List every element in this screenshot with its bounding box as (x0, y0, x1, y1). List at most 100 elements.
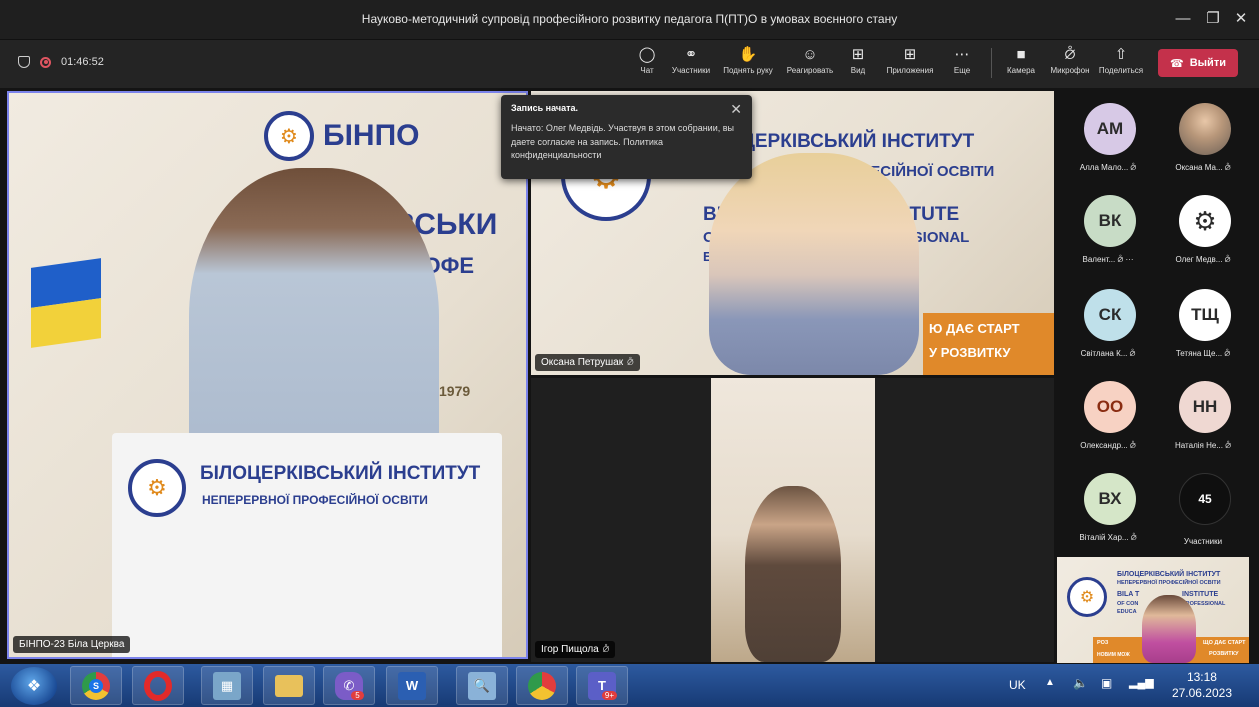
people-icon: ⚭ (684, 46, 698, 63)
taskbar-app[interactable]: S (70, 666, 122, 705)
participant-card[interactable]: ТЩ Тетяна Ще... ⦲ (1155, 277, 1251, 371)
leave-button[interactable]: ☎ Выйти (1158, 49, 1238, 77)
banner-title: БІНПО (323, 119, 420, 152)
selfview-title: БІЛОЦЕРКІВСЬКИЙ ІНСТИТУТ (1117, 571, 1221, 578)
calculator-icon: ▦ (213, 671, 241, 700)
selfview-en-3: EDUCA (1117, 609, 1137, 615)
video-tile-main[interactable]: ⚙ БІНПО ЕРКІВСЬКИ ОЇ ПРОФЕ 1979 ⚙ БІЛОЦЕ… (7, 91, 528, 659)
view-label: Вид (850, 66, 866, 75)
share-button[interactable]: ⇧ Поделиться (1096, 46, 1146, 75)
video-tile-bottom[interactable]: Ігор Пищола ⦲ (531, 378, 1054, 662)
recording-icon (40, 56, 51, 68)
avatar: СК (1084, 289, 1136, 341)
taskbar-app[interactable]: W (386, 666, 438, 705)
raise-hand-label: Поднять руку (723, 66, 773, 75)
recording-info: 01:46:52 (18, 56, 104, 68)
windows-icon: ❖ (26, 678, 42, 695)
participant-card[interactable]: ⚙ Олег Медв... ⦲ (1155, 183, 1251, 277)
elapsed-time: 01:46:52 (61, 56, 104, 68)
participant-name: Олександр... (1080, 441, 1128, 450)
taskbar-app[interactable] (516, 666, 568, 705)
participant-card[interactable]: АМ Алла Мало... ⦲ (1060, 91, 1156, 185)
meeting-toolbar: 01:46:52 ◯ Чат ⚭ Участники ✋ Поднять рук… (0, 40, 1259, 88)
signal-icon[interactable]: ▂▄▆ (1129, 676, 1154, 689)
camera-label: Камера (1007, 66, 1035, 75)
top-participant-name: Оксана Петрушак (541, 357, 624, 368)
apps-label: Приложения (886, 66, 934, 75)
taskbar-app[interactable] (132, 666, 184, 705)
mic-off-icon: ⦲ (1224, 255, 1231, 264)
banner-title: ЦЕРКІВСЬКИЙ ІНСТИТУТ (741, 131, 975, 152)
overflow-label: Участники (1183, 537, 1223, 546)
start-button[interactable]: ❖ (11, 667, 57, 705)
chat-button[interactable]: ◯ Чат (636, 46, 658, 75)
tray-expand-icon[interactable]: ▲ (1045, 677, 1055, 688)
podium-logo: ⚙ (128, 459, 186, 517)
close-button[interactable]: ✕ (1224, 6, 1258, 32)
self-figure (1142, 595, 1196, 663)
taskbar-app[interactable]: ✆ 5 (323, 666, 375, 705)
participant-name: Віталій Хар... (1079, 533, 1129, 542)
selfview-en-1: BILA T (1117, 591, 1140, 598)
mic-off-icon: ⦲ (602, 644, 610, 654)
taskbar-app[interactable]: ▦ (201, 666, 253, 705)
main-participant-name: БІНПО-23 Біла Церква (19, 639, 125, 650)
participant-card[interactable]: ВК Валент... ⦲ ··· (1060, 183, 1156, 277)
avatar: ВК (1084, 195, 1136, 247)
banner-year: 1979 (439, 383, 471, 399)
participant-card[interactable]: НН Наталія Не... ⦲ (1155, 369, 1251, 463)
view-button[interactable]: ⊞ Вид (846, 46, 870, 75)
notice-heading: Запись начата. (511, 103, 579, 113)
camera-button[interactable]: ■ Камера (1004, 46, 1038, 75)
raise-hand-button[interactable]: ✋ Поднять руку (719, 46, 777, 75)
participants-button[interactable]: ⚭ Участники (668, 46, 714, 75)
avatar: ОО (1084, 381, 1136, 433)
hand-icon: ✋ (738, 46, 758, 63)
react-button[interactable]: ☺ Реагировать (781, 46, 839, 75)
grid-icon: ⊞ (851, 46, 865, 63)
mic-off-icon: ⦲ (1129, 349, 1136, 358)
volume-icon[interactable]: 🔈 (1073, 676, 1088, 690)
participants-overflow-button[interactable]: 45 Участники (1155, 461, 1251, 555)
selfview-left-1: РОЗ (1097, 640, 1109, 646)
taskbar-app[interactable] (263, 666, 315, 705)
participant-name: Наталія Не... (1175, 441, 1223, 450)
phone-hangup-icon: ☎ (1170, 57, 1184, 70)
toolbar-divider (991, 48, 992, 78)
leave-label: Выйти (1189, 57, 1226, 69)
mic-off-icon: ⦲ (1224, 349, 1231, 358)
chrome-icon (528, 671, 556, 700)
language-indicator[interactable]: UK (1009, 678, 1026, 692)
participant-card[interactable]: Оксана Ма... ⦲ (1155, 91, 1251, 185)
notice-body[interactable]: Начато: Олег Медвідь. Участвуя в этом со… (511, 122, 742, 163)
participant-card[interactable]: ОО Олександр... ⦲ (1060, 369, 1156, 463)
mic-button[interactable]: ⦲ Микрофон (1045, 46, 1095, 75)
participant-card[interactable]: ВХ Віталій Хар... ⦲ (1060, 461, 1156, 555)
mic-off-icon: ⦲ (627, 357, 634, 367)
notification-badge: 5 (351, 691, 364, 700)
taskbar-app[interactable]: 🔍 (456, 666, 508, 705)
participant-name: Валент... (1082, 255, 1116, 264)
podium-title: БІЛОЦЕРКІВСЬКИЙ ІНСТИТУТ (200, 463, 481, 484)
chrome-icon: S (82, 671, 110, 700)
ukraine-flag (31, 258, 101, 348)
apps-button[interactable]: ⊞ Приложения (882, 46, 938, 75)
gear-icon: ⚙ (1179, 195, 1231, 247)
folder-icon (275, 674, 303, 697)
react-label: Реагировать (786, 66, 834, 75)
selfview-left-2: НОВИМ МОЖ (1097, 652, 1130, 658)
selfview-en-2: OF CON (1117, 601, 1139, 607)
more-icon[interactable]: ··· (1126, 255, 1134, 264)
mic-off-icon: ⦲ (1129, 441, 1136, 450)
minimize-button[interactable]: — (1166, 6, 1200, 32)
shield-icon (18, 56, 30, 68)
taskbar-app[interactable]: T 9+ (576, 666, 628, 705)
network-icon[interactable]: ▣ (1101, 676, 1112, 690)
selfview-subtitle: НЕПЕРЕРВНОЇ ПРОФЕСІЙНОЇ ОСВІТИ (1117, 580, 1221, 586)
self-view[interactable]: ⚙ БІЛОЦЕРКІВСЬКИЙ ІНСТИТУТ НЕПЕРЕРВНОЇ П… (1057, 557, 1249, 663)
participant-name-tag: Оксана Петрушак ⦲ (535, 354, 640, 371)
participant-card[interactable]: СК Світлана К... ⦲ (1060, 277, 1156, 371)
close-icon[interactable]: ✕ (730, 101, 742, 118)
clock[interactable]: 13:18 27.06.2023 (1172, 669, 1232, 701)
more-button[interactable]: ⋯ Еще (950, 46, 974, 75)
